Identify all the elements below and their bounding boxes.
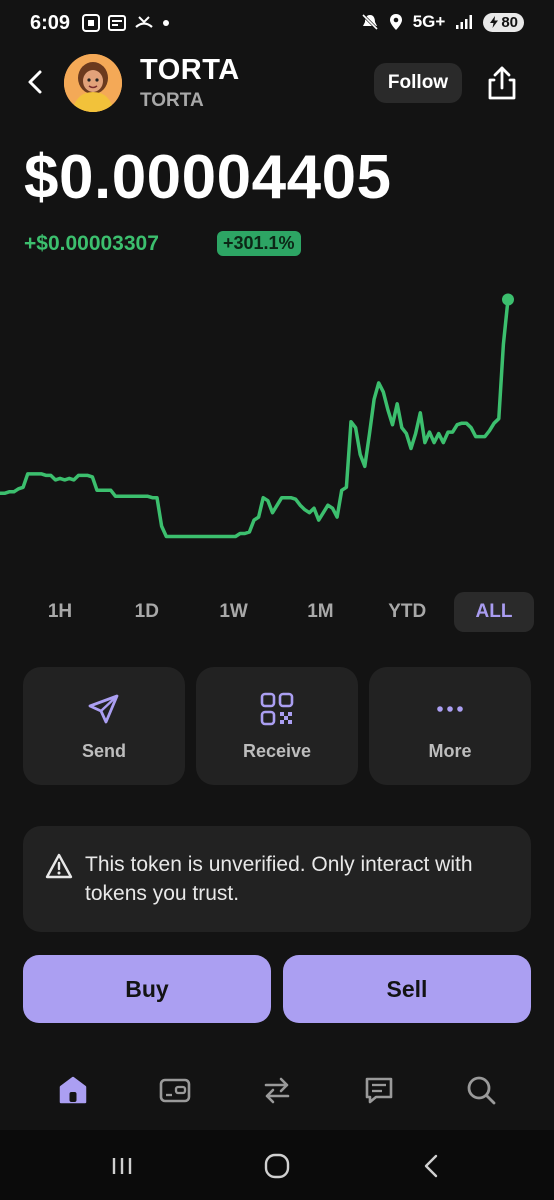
range-all[interactable]: ALL <box>453 592 534 632</box>
buy-button[interactable]: Buy <box>23 955 271 1023</box>
range-1h[interactable]: 1H <box>20 592 100 632</box>
network-label: 5G+ <box>412 12 446 31</box>
home-icon <box>59 1076 87 1104</box>
follow-button[interactable]: Follow <box>374 63 462 103</box>
status-left-icons <box>82 14 170 32</box>
battery-indicator: 80 <box>483 12 524 32</box>
receive-button[interactable]: Receive <box>196 667 358 785</box>
status-time: 6:09 <box>30 12 71 34</box>
price-change: +$0.00003307 <box>24 232 159 255</box>
signal-icon <box>456 15 473 29</box>
time-range-selector: 1H 1D 1W 1M YTD ALL <box>20 592 534 632</box>
nav-search[interactable] <box>451 1060 511 1120</box>
range-1d[interactable]: 1D <box>107 592 187 632</box>
range-1m[interactable]: 1M <box>280 592 360 632</box>
price-chart[interactable] <box>0 270 554 570</box>
range-1w[interactable]: 1W <box>194 592 274 632</box>
trade-buttons: Buy Sell <box>23 955 531 1023</box>
home-button-icon[interactable] <box>257 1150 297 1182</box>
warning-icon <box>45 853 73 879</box>
back-button[interactable] <box>22 64 52 100</box>
receive-label: Receive <box>242 740 312 761</box>
range-ytd[interactable]: YTD <box>367 592 447 632</box>
send-label: Send <box>81 740 126 761</box>
battery-level: 80 <box>501 13 518 31</box>
token-price: $0.00004405 <box>24 143 392 212</box>
back-nav-icon[interactable] <box>412 1150 452 1182</box>
charging-icon <box>490 16 499 28</box>
share-button[interactable] <box>484 64 520 102</box>
bottom-nav <box>0 1050 554 1130</box>
location-icon <box>389 14 402 30</box>
nav-messages[interactable] <box>349 1060 409 1120</box>
share-icon <box>488 66 516 100</box>
system-nav-bar <box>0 1130 554 1200</box>
qr-code-icon <box>260 692 294 725</box>
wallet-icon <box>159 1078 191 1103</box>
nav-wallet[interactable] <box>145 1060 205 1120</box>
more-button[interactable]: More <box>369 667 531 785</box>
chat-icon <box>365 1077 393 1104</box>
action-row: Send Receive More <box>23 667 531 785</box>
send-button[interactable]: Send <box>23 667 185 785</box>
warning-text: This token is unverified. Only interact … <box>85 853 473 905</box>
nav-home[interactable] <box>43 1060 103 1120</box>
price-change-badge: +301.1% <box>217 231 301 256</box>
recents-icon[interactable] <box>102 1150 142 1182</box>
token-avatar-image <box>64 54 122 112</box>
more-dots-icon <box>437 705 463 712</box>
unverified-warning: This token is unverified. Only interact … <box>23 826 531 932</box>
chevron-left-icon <box>28 70 42 94</box>
status-bar: 6:09 5G+ 80 <box>0 0 554 52</box>
send-icon <box>88 694 119 723</box>
missed-call-icon <box>135 16 153 28</box>
status-right: 5G+ 80 <box>361 12 524 32</box>
dot-icon <box>163 20 169 26</box>
sell-button[interactable]: Sell <box>283 955 531 1023</box>
price-line <box>0 297 510 539</box>
swap-icon <box>264 1077 290 1104</box>
token-symbol: TORTA <box>140 90 204 111</box>
chart-end-marker <box>502 293 514 306</box>
search-icon <box>467 1076 496 1105</box>
gallery-icon <box>108 15 126 31</box>
screenshot-icon <box>82 14 100 32</box>
mute-icon <box>361 13 378 31</box>
more-label: More <box>428 740 472 761</box>
nav-swap[interactable] <box>247 1060 307 1120</box>
token-name: TORTA <box>140 54 240 86</box>
token-avatar <box>64 54 122 112</box>
